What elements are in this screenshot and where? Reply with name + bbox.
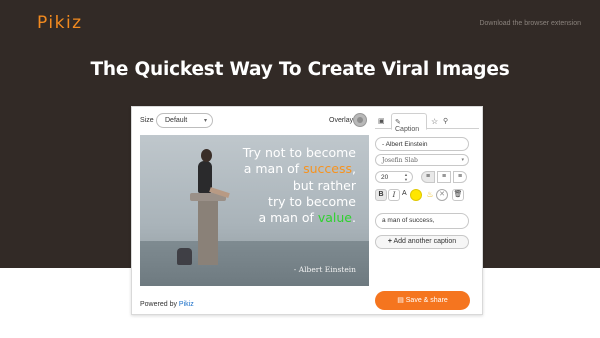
wooden-post xyxy=(198,197,218,265)
download-extension-link[interactable]: Download the browser extension xyxy=(479,20,581,27)
quote-line-4: try to become xyxy=(268,193,356,209)
plus-icon: + xyxy=(387,238,392,245)
chevron-down-icon: ▾ xyxy=(203,118,207,124)
tab-image[interactable]: ▣ xyxy=(378,113,388,129)
quote-text[interactable]: Try not to become a man of success, but … xyxy=(243,145,356,226)
backpack xyxy=(177,248,192,265)
add-caption-button[interactable]: + Add another caption xyxy=(375,235,469,249)
overlay-label: Overlay xyxy=(329,117,354,124)
overlay-toggle[interactable] xyxy=(353,113,367,127)
tab-wrench[interactable]: ⚲ xyxy=(443,113,453,129)
quote-line-1: Try not to become xyxy=(242,145,356,160)
sea-background xyxy=(140,241,369,286)
author-input[interactable]: - Albert Einstein xyxy=(375,137,469,151)
font-select-value: Josefin Slab xyxy=(382,157,418,164)
size-select[interactable]: Default ▾ xyxy=(156,113,213,128)
quote-highlight-success: success xyxy=(303,161,353,177)
tab-star[interactable]: ☆ xyxy=(431,113,441,129)
caption-textarea[interactable]: a man of success, xyxy=(375,213,469,229)
size-select-value: Default xyxy=(165,117,188,124)
fire-icon[interactable]: ♨ xyxy=(424,189,436,201)
save-share-button[interactable]: ▤ Save & share xyxy=(375,291,470,310)
trash-icon[interactable]: 🗑 xyxy=(452,189,464,201)
panel-tabs: ▣ ✎ Caption ☆ ⚲ xyxy=(375,113,479,133)
image-icon: ▣ xyxy=(378,118,385,125)
font-select[interactable]: Josefin Slab ▾ xyxy=(375,154,469,166)
powered-by: Powered by Pikiz xyxy=(140,301,194,308)
pikiz-logo[interactable]: Pikiz xyxy=(37,13,83,33)
align-center-button[interactable]: ≡ xyxy=(437,171,451,183)
bold-button[interactable]: B xyxy=(375,189,387,201)
quote-author[interactable]: - Albert Einstein xyxy=(294,265,356,274)
text-color-label: A xyxy=(402,190,407,197)
save-icon: ▤ xyxy=(397,297,404,304)
person-head xyxy=(201,149,212,162)
quote-highlight-value: value xyxy=(317,210,353,226)
align-right-button[interactable]: ≡ xyxy=(453,171,467,183)
align-left-button[interactable]: ≡ xyxy=(421,171,435,183)
chevron-down-icon: ▾ xyxy=(461,157,464,163)
italic-button[interactable]: I xyxy=(388,189,400,201)
quote-line-3: but rather xyxy=(292,177,356,193)
editor-card: Size Default ▾ Overlay Try not to become… xyxy=(131,106,483,315)
page-headline: The Quickest Way To Create Viral Images xyxy=(90,59,510,80)
pen-icon: ✎ xyxy=(395,119,401,126)
size-label: Size xyxy=(140,117,154,124)
font-size-stepper[interactable]: 20 ▲ ▼ xyxy=(375,171,413,183)
no-color-icon[interactable]: ✕ xyxy=(436,189,448,201)
quote-line-2: a man of success, xyxy=(243,161,356,177)
star-icon: ☆ xyxy=(431,117,439,126)
image-canvas[interactable]: Try not to become a man of success, but … xyxy=(140,135,369,286)
wrench-icon: ⚲ xyxy=(443,118,449,125)
powered-by-brand-link[interactable]: Pikiz xyxy=(179,301,194,308)
quote-line-5: a man of value. xyxy=(258,210,356,226)
tab-caption[interactable]: ✎ Caption xyxy=(391,113,427,133)
color-swatch-yellow[interactable] xyxy=(410,189,422,201)
stepper-arrows-icon[interactable]: ▲ ▼ xyxy=(404,172,408,182)
